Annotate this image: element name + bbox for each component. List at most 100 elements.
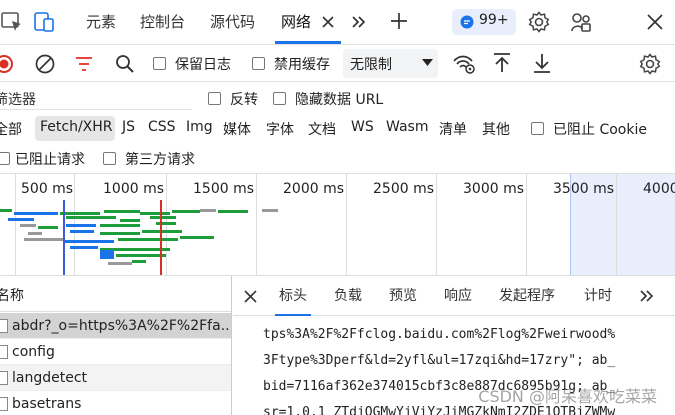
header-value-line: tps%3A%2F%2Ffclog.baidu.com%2Flog%2Fweir… bbox=[263, 327, 616, 342]
hide-data-urls-checkbox[interactable] bbox=[273, 92, 286, 105]
filter-row: 筛选器 反转 隐藏数据 URL bbox=[0, 82, 675, 114]
waterfall-bar bbox=[180, 236, 214, 239]
issues-count: 99+ bbox=[479, 12, 509, 28]
timeline-overview[interactable]: 500 ms 1000 ms 1500 ms 2000 ms 2500 ms 3… bbox=[0, 174, 675, 276]
request-name: config bbox=[12, 344, 55, 360]
type-media[interactable]: 媒体 bbox=[223, 119, 251, 139]
invert-checkbox[interactable] bbox=[208, 92, 221, 105]
grid-line bbox=[436, 174, 437, 275]
upload-icon[interactable] bbox=[492, 52, 512, 74]
filter-input[interactable]: 筛选器 bbox=[0, 86, 192, 110]
tab-headers[interactable]: 标头 bbox=[275, 276, 311, 316]
waterfall-bar bbox=[116, 254, 166, 257]
inspect-element-icon[interactable] bbox=[0, 10, 24, 34]
filter-placeholder: 筛选器 bbox=[0, 92, 36, 108]
grid-line bbox=[526, 174, 527, 275]
request-file-icon bbox=[0, 345, 8, 359]
more-tabs-icon[interactable] bbox=[350, 13, 368, 31]
type-wasm[interactable]: Wasm bbox=[386, 119, 428, 135]
network-conditions-icon[interactable] bbox=[452, 53, 476, 75]
clear-icon[interactable] bbox=[34, 53, 56, 75]
type-manifest[interactable]: 清单 bbox=[439, 119, 467, 139]
download-icon[interactable] bbox=[532, 52, 552, 74]
waterfall-bar bbox=[172, 210, 200, 213]
chevron-down-icon bbox=[422, 59, 433, 67]
close-details-icon[interactable] bbox=[244, 290, 257, 303]
preserve-log-checkbox[interactable] bbox=[153, 57, 166, 70]
filter-icon[interactable] bbox=[74, 54, 94, 74]
search-icon[interactable] bbox=[114, 53, 136, 75]
waterfall-block bbox=[100, 250, 114, 259]
grid-line bbox=[15, 174, 16, 275]
more-details-tabs-icon[interactable] bbox=[639, 288, 655, 304]
type-fetch-xhr-label: Fetch/XHR bbox=[40, 119, 113, 135]
record-icon[interactable] bbox=[0, 54, 14, 74]
settings-gear-icon[interactable] bbox=[528, 11, 550, 33]
tab-preview[interactable]: 预览 bbox=[389, 276, 417, 316]
type-ws[interactable]: WS bbox=[351, 119, 374, 135]
network-settings-gear-icon[interactable] bbox=[639, 53, 661, 75]
waterfall-bar bbox=[118, 238, 178, 241]
request-name: basetrans bbox=[12, 396, 82, 412]
dom-content-loaded-line bbox=[63, 200, 65, 275]
tab-network[interactable]: 网络 bbox=[274, 0, 342, 44]
waterfall-bar bbox=[120, 219, 140, 222]
tab-initiator[interactable]: 发起程序 bbox=[499, 276, 555, 316]
third-party-checkbox[interactable] bbox=[103, 152, 116, 165]
tab-response[interactable]: 响应 bbox=[444, 276, 472, 316]
resource-type-filters: 全部 Fetch/XHR JS CSS Img 媒体 字体 文档 WS Wasm… bbox=[0, 114, 675, 144]
tab-payload[interactable]: 负载 bbox=[334, 276, 362, 316]
type-font[interactable]: 字体 bbox=[266, 119, 294, 139]
customize-icon[interactable] bbox=[570, 11, 592, 33]
blocked-requests-checkbox[interactable] bbox=[0, 152, 10, 165]
throttling-value: 无限制 bbox=[350, 57, 392, 73]
request-row[interactable]: config bbox=[0, 339, 231, 365]
time-tick: 2500 ms bbox=[373, 181, 435, 197]
waterfall-bar bbox=[218, 210, 248, 213]
tab-console[interactable]: 控制台 bbox=[140, 0, 185, 44]
type-img[interactable]: Img bbox=[186, 119, 213, 135]
waterfall-bar bbox=[156, 222, 176, 225]
throttling-select[interactable]: 无限制 bbox=[343, 49, 438, 78]
waterfall-bar bbox=[104, 210, 140, 213]
blocked-requests-label: 已阻止请求 bbox=[15, 152, 85, 168]
request-file-icon bbox=[0, 397, 8, 411]
waterfall-bar bbox=[0, 209, 12, 212]
disable-cache-label: 禁用缓存 bbox=[274, 57, 330, 73]
waterfall-bar bbox=[70, 230, 94, 233]
grid-line bbox=[256, 174, 257, 275]
invert-label: 反转 bbox=[230, 92, 258, 108]
device-emulation-icon[interactable] bbox=[32, 10, 56, 34]
add-tab-icon[interactable] bbox=[389, 11, 409, 31]
waterfall-bar bbox=[70, 246, 98, 249]
hide-data-urls-label: 隐藏数据 URL bbox=[295, 92, 384, 108]
waterfall-bar bbox=[28, 232, 42, 235]
type-doc[interactable]: 文档 bbox=[308, 119, 336, 139]
tab-sources[interactable]: 源代码 bbox=[210, 0, 255, 44]
type-other[interactable]: 其他 bbox=[482, 119, 510, 139]
request-panes: 名称 abdr?_o=https%3A%2F%2Ffa... config la… bbox=[0, 276, 675, 415]
tab-elements[interactable]: 元素 bbox=[86, 0, 116, 44]
grid-line bbox=[346, 174, 347, 275]
request-row[interactable]: langdetect bbox=[0, 365, 231, 391]
blocked-cookies-checkbox[interactable] bbox=[531, 122, 544, 135]
type-all[interactable]: 全部 bbox=[0, 119, 22, 139]
time-tick: 1500 ms bbox=[193, 181, 255, 197]
request-row[interactable]: basetrans bbox=[0, 391, 231, 415]
request-row[interactable]: abdr?_o=https%3A%2F%2Ffa... bbox=[0, 313, 231, 339]
type-js[interactable]: JS bbox=[122, 119, 135, 135]
waterfall-bar bbox=[150, 216, 176, 219]
disable-cache-checkbox[interactable] bbox=[252, 57, 265, 70]
name-column-header[interactable]: 名称 bbox=[0, 285, 24, 305]
request-list: 名称 abdr?_o=https%3A%2F%2Ffa... config la… bbox=[0, 276, 232, 415]
type-fetch-xhr[interactable]: Fetch/XHR bbox=[35, 116, 115, 141]
tab-timing[interactable]: 计时 bbox=[584, 276, 612, 316]
waterfall-bar bbox=[8, 218, 34, 221]
waterfall-bar bbox=[108, 262, 132, 265]
issues-badge[interactable]: 99+ bbox=[452, 9, 516, 35]
chat-icon bbox=[460, 15, 474, 29]
close-tab-icon[interactable] bbox=[320, 14, 336, 30]
waterfall-bar bbox=[60, 212, 100, 215]
type-css[interactable]: CSS bbox=[148, 119, 176, 135]
close-devtools-icon[interactable] bbox=[645, 12, 665, 32]
